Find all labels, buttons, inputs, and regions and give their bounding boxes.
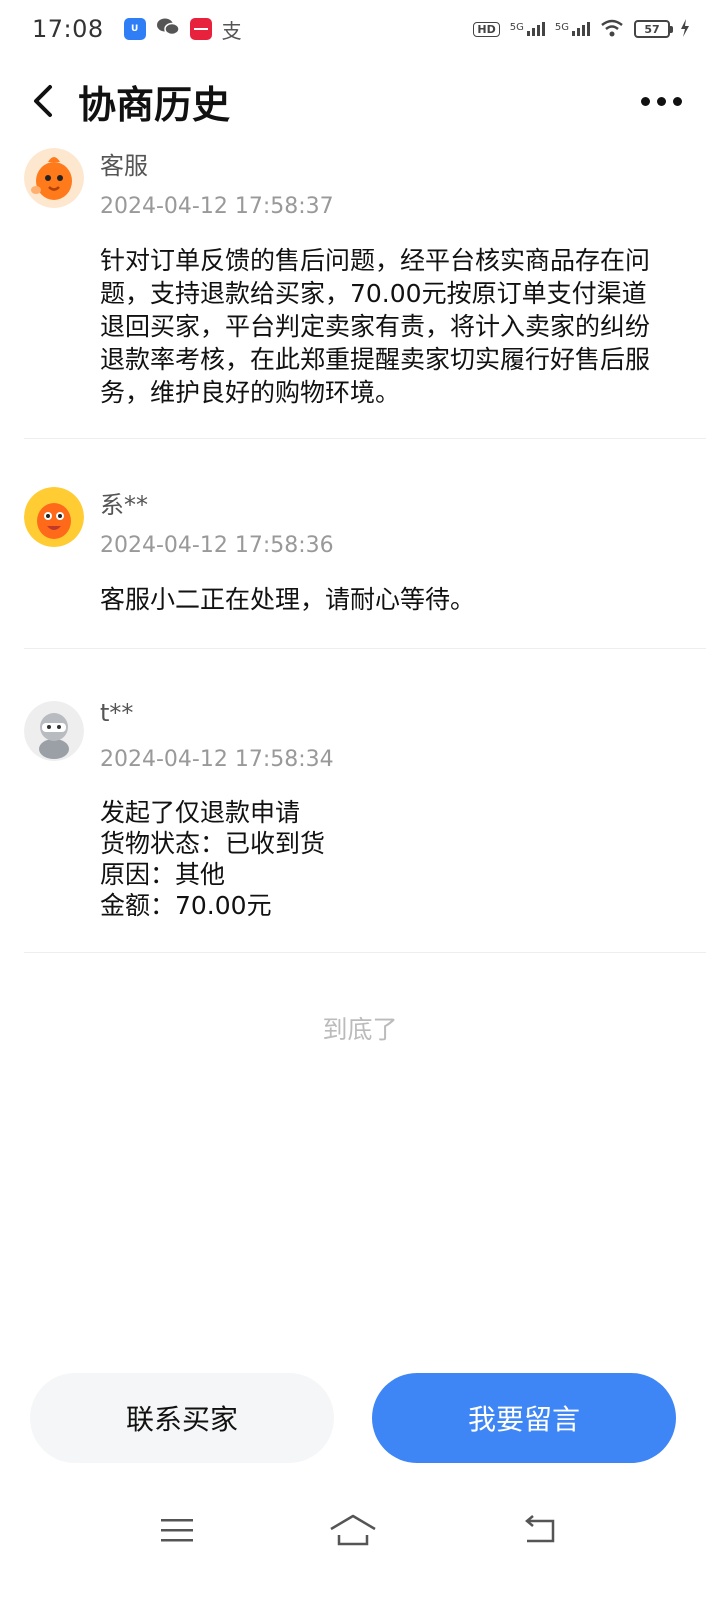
wechat-icon	[156, 17, 180, 41]
return-icon	[525, 1515, 555, 1543]
service-mascot-avatar	[24, 148, 84, 208]
more-dot-icon	[657, 96, 666, 106]
entry-timestamp: 2024-04-12 17:58:37	[100, 194, 334, 219]
history-entry: 系** 2024-04-12 17:58:36 客服小二正在处理，请耐心等待。	[24, 439, 706, 649]
home-nav-button[interactable]	[323, 1510, 383, 1550]
alipay-icon: 支	[221, 18, 242, 43]
charging-icon	[680, 18, 690, 40]
entry-author: 系**	[100, 491, 148, 519]
chevron-left-icon	[34, 85, 52, 117]
red-app-icon	[189, 18, 212, 40]
status-bar: 17:08 U 支 HD 5G 5G 57	[0, 0, 720, 58]
user-avatar	[24, 701, 84, 761]
system-nav-bar	[0, 1500, 720, 1560]
entry-timestamp: 2024-04-12 17:58:34	[100, 747, 334, 772]
leave-message-button[interactable]: 我要留言	[372, 1373, 676, 1463]
signal-1-icon: 5G	[510, 22, 545, 36]
more-options-button[interactable]	[641, 86, 682, 116]
more-dot-icon	[641, 96, 650, 106]
system-mascot-avatar	[24, 487, 84, 547]
page-title: 协商历史	[78, 82, 231, 127]
end-of-list-hint: 到底了	[322, 1015, 398, 1044]
entry-message: 发起了仅退款申请 货物状态：已收到货 原因：其他 金额：70.00元	[100, 798, 326, 920]
entry-author: 客服	[100, 152, 148, 180]
entry-message: 针对订单反馈的售后问题，经平台核实商品存在问 题，支持退款给买家，70.00元按…	[100, 246, 651, 407]
contact-buyer-button[interactable]: 联系买家	[30, 1373, 334, 1463]
hd-voice-icon: HD	[473, 21, 500, 37]
menu-icon	[161, 1519, 193, 1542]
status-time: 17:08	[32, 15, 104, 43]
negotiation-history-list: 客服 2024-04-12 17:58:37 针对订单反馈的售后问题，经平台核实…	[24, 140, 706, 953]
wifi-icon	[600, 19, 624, 40]
home-icon	[330, 1514, 376, 1546]
entry-author: t**	[100, 699, 134, 727]
blue-app-icon: U	[123, 18, 146, 40]
back-nav-button[interactable]	[509, 1510, 569, 1550]
history-entry: 客服 2024-04-12 17:58:37 针对订单反馈的售后问题，经平台核实…	[24, 140, 706, 439]
menu-nav-button[interactable]	[147, 1510, 207, 1550]
entry-timestamp: 2024-04-12 17:58:36	[100, 533, 334, 558]
entry-message: 客服小二正在处理，请耐心等待。	[100, 585, 476, 614]
page: 17:08 U 支 HD 5G 5G 57 协商历史 客服 2024-04-12…	[0, 0, 720, 1600]
more-dot-icon	[673, 96, 682, 106]
battery-icon: 57	[634, 20, 673, 38]
back-button[interactable]	[8, 66, 78, 136]
history-entry: t** 2024-04-12 17:58:34 发起了仅退款申请 货物状态：已收…	[24, 649, 706, 953]
signal-2-icon: 5G	[555, 22, 590, 36]
top-bar: 协商历史	[0, 66, 720, 136]
